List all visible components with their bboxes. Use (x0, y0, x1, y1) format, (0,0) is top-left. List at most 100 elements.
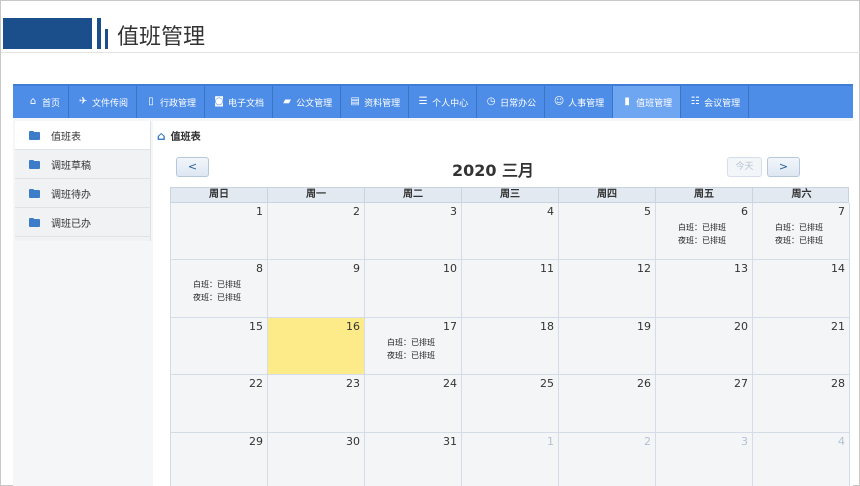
nav-item-label: 会议管理 (704, 98, 741, 109)
camera-icon: ◙ (214, 96, 224, 107)
weekday-header: 周三 (462, 188, 559, 202)
calendar-day-cell[interactable]: 23 (268, 375, 365, 433)
weekday-header: 周四 (559, 188, 656, 202)
nav-item-5[interactable]: ▤ 资料管理 (341, 86, 410, 118)
nav-item-1[interactable]: ✈ 文件传阅 (69, 86, 138, 118)
sidebar-item-2[interactable]: 调班待办 (15, 179, 150, 208)
day-number: 3 (741, 434, 748, 448)
nav-item-0[interactable]: ⌂ 首页 (19, 86, 70, 118)
day-number: 2 (644, 434, 651, 448)
folder-icon (29, 188, 41, 198)
calendar-day-cell[interactable]: 5 (559, 203, 656, 261)
sidebar-item-label: 值班表 (51, 131, 81, 143)
calendar-day-cell[interactable]: 19 (559, 317, 656, 376)
title-decoration-bar-small (105, 29, 108, 49)
calendar-title: 2020 三月 (451, 161, 535, 180)
day-number: 15 (249, 319, 263, 333)
calendar-day-cell[interactable]: 7 白班：已排班 夜班：已排班 (753, 203, 850, 261)
title-decoration-bar (97, 18, 101, 49)
sidebar-item-0[interactable]: 值班表 (15, 121, 150, 150)
calendar-day-cell[interactable]: 25 (462, 375, 559, 433)
calendar-day-cell[interactable]: 10 (365, 260, 462, 318)
title-divider (1, 52, 860, 53)
clock-icon: ◷ (486, 96, 496, 107)
folder-icon (29, 217, 41, 227)
nav-item-label: 行政管理 (160, 98, 197, 109)
calendar-day-cell[interactable]: 3 (656, 432, 753, 486)
sidebar-item-label: 调班已办 (51, 218, 91, 230)
nav-item-9[interactable]: ▮ 值班管理 (613, 86, 682, 118)
calendar-day-cell[interactable]: 27 (656, 375, 753, 433)
prev-month-button[interactable]: < (176, 157, 209, 177)
sidebar-item-1[interactable]: 调班草稿 (15, 150, 150, 179)
calendar-day-cell[interactable]: 3 (365, 203, 462, 261)
today-button[interactable]: 今天 (727, 157, 762, 177)
calendar-weekday-header: 周日 周一 周二 周三 周四 周五 周六 (170, 187, 849, 203)
calendar-day-cell[interactable]: 24 (365, 375, 462, 433)
calendar-day-cell[interactable]: 28 (753, 375, 850, 433)
day-shift-status: 白班：已排班 (678, 223, 726, 232)
calendar-day-cell[interactable]: 6 白班：已排班 夜班：已排班 (656, 203, 753, 261)
nav-item-6[interactable]: ☰ 个人中心 (409, 86, 478, 118)
nav-item-2[interactable]: ▯ 行政管理 (137, 86, 206, 118)
calendar-day-cell[interactable]: 14 (753, 260, 850, 318)
day-number: 26 (637, 377, 651, 391)
day-number: 16 (346, 319, 360, 333)
day-number: 3 (450, 205, 457, 218)
calendar-day-cell[interactable]: 11 (462, 260, 559, 318)
nav-item-4[interactable]: ▰ 公文管理 (273, 86, 342, 118)
calendar-day-cell[interactable]: 1 (462, 432, 559, 486)
day-number: 30 (346, 434, 360, 448)
calendar-day-cell[interactable]: 4 (462, 203, 559, 261)
calendar-day-cell[interactable]: 31 (365, 432, 462, 486)
night-shift-status: 夜班：已排班 (193, 293, 241, 303)
calendar-day-cell[interactable]: 22 (171, 375, 268, 433)
slide-title: 值班管理 (117, 25, 206, 50)
calendar-day-cell[interactable]: 18 (462, 317, 559, 376)
next-month-button[interactable]: > (767, 157, 800, 177)
sidebar-item-label: 调班待办 (51, 189, 91, 201)
calendar-day-cell[interactable]: 16 (268, 317, 365, 376)
calendar-day-cell[interactable]: 26 (559, 375, 656, 433)
day-number: 7 (838, 205, 845, 218)
user-card-icon: ☰ (418, 96, 428, 107)
calendar-body: 1 2 3 4 5 6 白班：已排班 夜班：已排班 7 白班：已排班 夜班：已排班 8 白班：已排班 夜班… (170, 203, 850, 486)
nav-item-10[interactable]: ☷ 会议管理 (681, 86, 750, 118)
calendar-day-cell[interactable]: 2 (559, 432, 656, 486)
calendar-day-cell[interactable]: 1 (171, 203, 268, 261)
archive-icon: ▤ (350, 96, 360, 107)
calendar-day-cell[interactable]: 13 (656, 260, 753, 318)
nav-item-7[interactable]: ◷ 日常办公 (477, 86, 546, 118)
nav-item-label: 资料管理 (364, 98, 401, 109)
duty-status: 白班：已排班 夜班：已排班 (193, 278, 241, 304)
weekday-header: 周日 (171, 188, 268, 202)
nav-item-label: 人事管理 (568, 98, 605, 109)
folder-icon (29, 159, 41, 169)
day-number: 5 (644, 205, 651, 218)
calendar-day-cell[interactable]: 9 (268, 260, 365, 318)
calendar-day-cell[interactable]: 15 (171, 317, 268, 376)
calendar-day-cell[interactable]: 2 (268, 203, 365, 261)
nav-item-label: 日常办公 (500, 98, 537, 109)
sidebar-item-3[interactable]: 调班已办 (15, 208, 150, 237)
day-number: 9 (353, 262, 360, 276)
nav-item-8[interactable]: ☺ 人事管理 (545, 86, 614, 118)
calendar-day-cell[interactable]: 20 (656, 317, 753, 376)
top-navbar: ⌂ 首页 ✈ 文件传阅 ▯ 行政管理 ◙ 电子文档 ▰ 公文管理 ▤ 资料管理 ☰ 个人中心 ◷ 日常办公 ☺ 人… (13, 84, 853, 118)
calendar-day-cell[interactable]: 21 (753, 317, 850, 376)
folder-icon (29, 130, 41, 140)
day-number: 2 (353, 205, 360, 218)
day-number: 1 (256, 205, 263, 218)
nav-item-3[interactable]: ◙ 电子文档 (205, 86, 274, 118)
day-number: 8 (256, 262, 263, 276)
day-number: 19 (637, 319, 651, 333)
calendar-day-cell[interactable]: 17 白班：已排班 夜班：已排班 (365, 317, 462, 376)
calendar-day-cell[interactable]: 4 (753, 432, 850, 486)
users-icon: ☺ (553, 96, 565, 107)
calendar-day-cell[interactable]: 29 (171, 432, 268, 486)
day-number: 28 (831, 377, 845, 391)
calendar-day-cell[interactable]: 12 (559, 260, 656, 318)
calendar-day-cell[interactable]: 8 白班：已排班 夜班：已排班 (171, 260, 268, 318)
calendar-day-cell[interactable]: 30 (268, 432, 365, 486)
main-content: ⌂ 值班表 < 2020 三月 今天 > 周日 周一 周二 周三 周四 周五 周六 1234… (153, 121, 853, 486)
